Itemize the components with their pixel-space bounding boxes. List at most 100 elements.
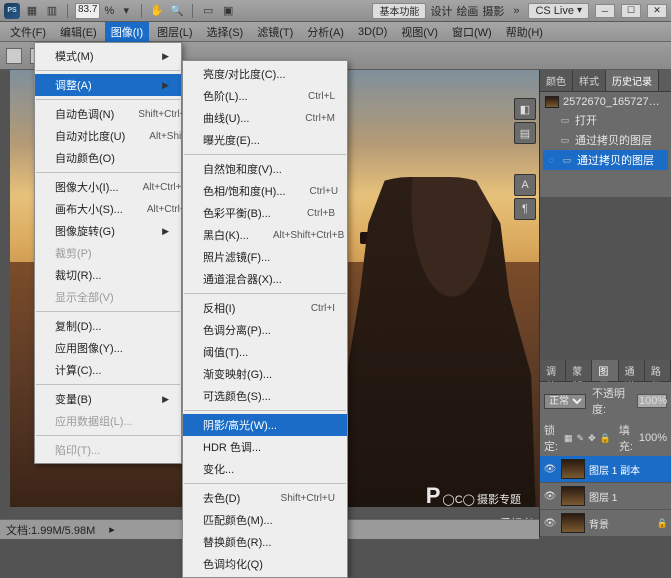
menu-threshold[interactable]: 阈值(T)... <box>183 341 347 363</box>
tool-preset-icon[interactable] <box>6 48 22 64</box>
tab-mask[interactable]: 蒙版 <box>566 360 592 381</box>
zoom-dropdown-icon[interactable]: ▾ <box>118 3 134 19</box>
tab-paths[interactable]: 路径 <box>645 360 671 381</box>
menu-select[interactable]: 选择(S) <box>201 22 250 42</box>
hand-icon[interactable]: ✋ <box>149 3 165 19</box>
status-doc-size[interactable]: 文档:1.99M/5.98M <box>6 522 95 538</box>
menu-adjustments[interactable]: 调整(A)▶ <box>35 74 181 96</box>
menu-posterize[interactable]: 色调分离(P)... <box>183 319 347 341</box>
menu-gradient-map[interactable]: 渐变映射(G)... <box>183 363 347 385</box>
cslive-button[interactable]: CS Live ▾ <box>528 3 589 19</box>
menu-analysis[interactable]: 分析(A) <box>301 22 350 42</box>
menu-window[interactable]: 窗口(W) <box>446 22 498 42</box>
menu-hue-saturation[interactable]: 色相/饱和度(H)...Ctrl+U <box>183 180 347 202</box>
workspace-essentials-button[interactable]: 基本功能 <box>372 3 426 19</box>
tab-history[interactable]: 历史记录 <box>606 70 659 91</box>
menu-match-color[interactable]: 匹配颜色(M)... <box>183 509 347 531</box>
visibility-icon[interactable]: 👁 <box>543 516 557 530</box>
tab-channels[interactable]: 通道 <box>619 360 645 381</box>
menu-variables[interactable]: 变量(B)▶ <box>35 388 181 410</box>
menu-equalize[interactable]: 色调均化(Q) <box>183 553 347 575</box>
menu-apply-image[interactable]: 应用图像(Y)... <box>35 337 181 359</box>
lock-pixels-icon[interactable]: ✎ <box>576 432 584 444</box>
history-step-open[interactable]: ▭打开 <box>543 110 668 130</box>
menu-auto-tone[interactable]: 自动色调(N)Shift+Ctrl+L <box>35 103 181 125</box>
workspace-paint[interactable]: 绘画 <box>456 3 478 19</box>
menu-replace-color[interactable]: 替换颜色(R)... <box>183 531 347 553</box>
menu-black-white[interactable]: 黑白(K)...Alt+Shift+Ctrl+B <box>183 224 347 246</box>
tab-swatches[interactable]: 样式 <box>573 70 606 91</box>
minibridge-icon[interactable]: ▥ <box>44 3 60 19</box>
menu-filter[interactable]: 滤镜(T) <box>251 22 299 42</box>
window-maximize-button[interactable]: ☐ <box>621 4 641 18</box>
menu-file[interactable]: 文件(F) <box>4 22 52 42</box>
window-minimize-button[interactable]: ─ <box>595 4 615 18</box>
menu-auto-contrast[interactable]: 自动对比度(U)Alt+Shift+Ctrl+L <box>35 125 181 147</box>
visibility-icon[interactable]: 👁 <box>543 462 557 476</box>
layer-row[interactable]: 👁 图层 1 副本 <box>540 456 671 483</box>
history-snapshot[interactable]: 2572670_165727006322_2.jpg <box>543 94 668 110</box>
lock-transparency-icon[interactable]: ▦ <box>564 432 573 444</box>
menu-shadow-highlight[interactable]: 阴影/高光(W)... <box>183 414 347 436</box>
menu-help[interactable]: 帮助(H) <box>500 22 549 42</box>
tab-color[interactable]: 颜色 <box>540 70 573 91</box>
arrange-icon[interactable]: ▭ <box>200 3 216 19</box>
history-step-copy1[interactable]: ▭通过拷贝的图层 <box>543 130 668 150</box>
layers-list: 👁 图层 1 副本 👁 图层 1 👁 背景 🔒 <box>540 456 671 537</box>
menu-hdr-toning[interactable]: HDR 色调... <box>183 436 347 458</box>
layer-row[interactable]: 👁 图层 1 <box>540 483 671 510</box>
history-step-copy2[interactable]: ◌▭通过拷贝的图层 <box>543 150 668 170</box>
menu-selective-color[interactable]: 可选颜色(S)... <box>183 385 347 407</box>
menu-canvas-size[interactable]: 画布大小(S)...Alt+Ctrl+C <box>35 198 181 220</box>
zoom-icon[interactable]: 🔍 <box>169 3 185 19</box>
fill-value[interactable]: 100% <box>639 432 667 444</box>
opacity-value[interactable]: 100% <box>637 394 667 408</box>
menu-image-rotate[interactable]: 图像旋转(G)▶ <box>35 220 181 242</box>
layer-thumb <box>561 459 585 479</box>
menu-3d[interactable]: 3D(D) <box>352 24 393 40</box>
status-menu-icon[interactable]: ▸ <box>109 523 115 536</box>
menu-image-size[interactable]: 图像大小(I)...Alt+Ctrl+I <box>35 176 181 198</box>
adjustments-panel-header: 调整 蒙版 图层 通道 路径 <box>540 360 671 382</box>
swatches-panel-icon[interactable]: ▤ <box>514 122 536 144</box>
menu-levels[interactable]: 色阶(L)...Ctrl+L <box>183 85 347 107</box>
menu-mode[interactable]: 模式(M)▶ <box>35 45 181 67</box>
screenmode-icon[interactable]: ▣ <box>220 3 236 19</box>
menu-photo-filter[interactable]: 照片滤镜(F)... <box>183 246 347 268</box>
visibility-icon[interactable]: 👁 <box>543 489 557 503</box>
menu-view[interactable]: 视图(V) <box>395 22 444 42</box>
menu-vibrance[interactable]: 自然饱和度(V)... <box>183 158 347 180</box>
menu-invert[interactable]: 反相(I)Ctrl+I <box>183 297 347 319</box>
history-brush-icon: ◌ <box>545 154 557 166</box>
menu-color-balance[interactable]: 色彩平衡(B)...Ctrl+B <box>183 202 347 224</box>
menu-channel-mixer[interactable]: 通道混合器(X)... <box>183 268 347 290</box>
menu-auto-color[interactable]: 自动颜色(O) <box>35 147 181 169</box>
zoom-percent: % <box>104 5 114 17</box>
bridge-icon[interactable]: ▦ <box>24 3 40 19</box>
menu-variations[interactable]: 变化... <box>183 458 347 480</box>
workspace-more-icon[interactable]: » <box>508 3 524 19</box>
menu-layer[interactable]: 图层(L) <box>151 22 198 42</box>
menu-calculations[interactable]: 计算(C)... <box>35 359 181 381</box>
character-panel-icon[interactable]: A <box>514 174 536 196</box>
menu-image[interactable]: 图像(I) <box>105 22 149 42</box>
blend-mode-select[interactable]: 正常 <box>544 394 586 409</box>
lock-all-icon[interactable]: 🔒 <box>600 432 611 444</box>
menu-desaturate[interactable]: 去色(D)Shift+Ctrl+U <box>183 487 347 509</box>
menu-exposure[interactable]: 曝光度(E)... <box>183 129 347 151</box>
layer-row[interactable]: 👁 背景 🔒 <box>540 510 671 537</box>
menu-edit[interactable]: 编辑(E) <box>54 22 103 42</box>
color-panel-icon[interactable]: ◧ <box>514 98 536 120</box>
tab-layers[interactable]: 图层 <box>592 360 618 381</box>
lock-position-icon[interactable]: ✥ <box>588 432 596 444</box>
menu-curves[interactable]: 曲线(U)...Ctrl+M <box>183 107 347 129</box>
workspace-photo[interactable]: 摄影 <box>482 3 504 19</box>
window-close-button[interactable]: ✕ <box>647 4 667 18</box>
paragraph-panel-icon[interactable]: ¶ <box>514 198 536 220</box>
menu-duplicate[interactable]: 复制(D)... <box>35 315 181 337</box>
workspace-design[interactable]: 设计 <box>430 3 452 19</box>
tab-adjust[interactable]: 调整 <box>540 360 566 381</box>
menu-brightness-contrast[interactable]: 亮度/对比度(C)... <box>183 63 347 85</box>
zoom-value[interactable]: 83.7 <box>75 3 100 19</box>
menu-trim[interactable]: 裁切(R)... <box>35 264 181 286</box>
